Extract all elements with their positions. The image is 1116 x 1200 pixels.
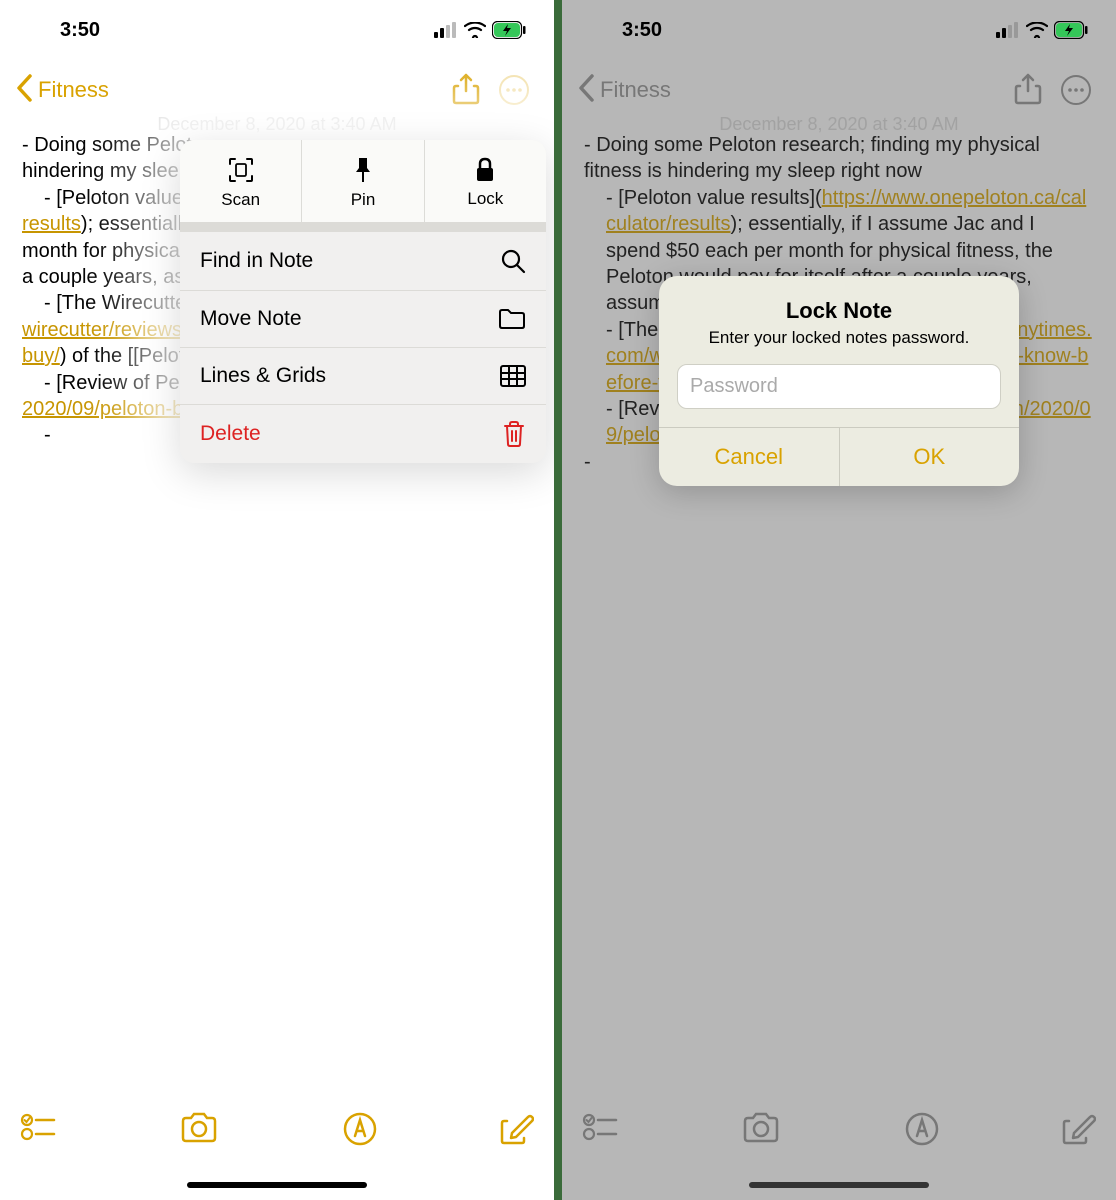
nav-bar: Fitness (0, 60, 554, 120)
status-bar: 3:50 (0, 0, 554, 60)
lock-note-dialog: Lock Note Enter your locked notes passwo… (659, 276, 1019, 486)
compose-button[interactable] (500, 1112, 534, 1151)
battery-charging-icon (492, 21, 526, 39)
lines-grids-item[interactable]: Lines & Grids (180, 348, 546, 405)
move-note-item[interactable]: Move Note (180, 291, 546, 348)
phone-right: 3:50 Fitness December 8, 2020 at 3:40 AM… (562, 0, 1116, 1200)
wifi-icon (464, 22, 486, 38)
lock-dialog-subtitle: Enter your locked notes password. (659, 328, 1019, 364)
scan-button[interactable]: Scan (180, 140, 302, 222)
share-button (1004, 66, 1052, 114)
find-in-note-item[interactable]: Find in Note (180, 232, 546, 291)
checklist-button[interactable] (20, 1112, 56, 1147)
note-link[interactable]: buy/ (22, 345, 60, 367)
home-indicator[interactable] (187, 1182, 367, 1188)
signal-icon (434, 22, 458, 38)
back-title: Fitness (600, 77, 671, 103)
search-icon (500, 248, 526, 274)
more-button (1052, 66, 1100, 114)
camera-button (741, 1112, 781, 1149)
lock-icon (474, 157, 496, 183)
wifi-icon (1026, 22, 1048, 38)
lock-dialog-title: Lock Note (659, 276, 1019, 328)
trash-icon (502, 421, 526, 447)
share-button[interactable] (442, 66, 490, 114)
status-time: 3:50 (60, 19, 100, 42)
folder-icon (498, 308, 526, 330)
checklist-button (582, 1112, 618, 1147)
menu-top-row: Scan Pin Lock (180, 140, 546, 222)
markup-button[interactable] (343, 1112, 377, 1151)
lock-button[interactable]: Lock (425, 140, 546, 222)
home-indicator (749, 1182, 929, 1188)
back-chevron-icon[interactable] (16, 74, 34, 107)
lock-ok-button[interactable]: OK (840, 428, 1020, 486)
note-link[interactable]: results (22, 213, 81, 235)
status-indicators (434, 21, 526, 39)
battery-charging-icon (1054, 21, 1088, 39)
status-time: 3:50 (622, 19, 662, 42)
delete-item[interactable]: Delete (180, 405, 546, 463)
more-button[interactable] (490, 66, 538, 114)
lock-password-input[interactable] (677, 364, 1001, 409)
lock-cancel-button[interactable]: Cancel (659, 428, 840, 486)
note-date: December 8, 2020 at 3:40 AM (562, 114, 1116, 135)
nav-bar: Fitness (562, 60, 1116, 120)
signal-icon (996, 22, 1020, 38)
back-title[interactable]: Fitness (38, 77, 109, 103)
pin-icon (351, 156, 375, 184)
compose-button (1062, 1112, 1096, 1151)
pin-button[interactable]: Pin (302, 140, 424, 222)
context-menu: Scan Pin Lock Find in Note Move Note Lin… (180, 140, 546, 463)
note-date: December 8, 2020 at 3:40 AM (0, 114, 554, 135)
status-bar: 3:50 (562, 0, 1116, 60)
grid-icon (500, 365, 526, 387)
status-indicators (996, 21, 1088, 39)
camera-button[interactable] (179, 1112, 219, 1149)
markup-button (905, 1112, 939, 1151)
back-chevron-icon (578, 74, 596, 107)
phone-left: 3:50 Fitness December 8, 2020 at 3:40 AM… (0, 0, 554, 1200)
scan-icon (227, 156, 255, 184)
note-line: - Doing some Peloton research; finding m… (584, 132, 1094, 185)
